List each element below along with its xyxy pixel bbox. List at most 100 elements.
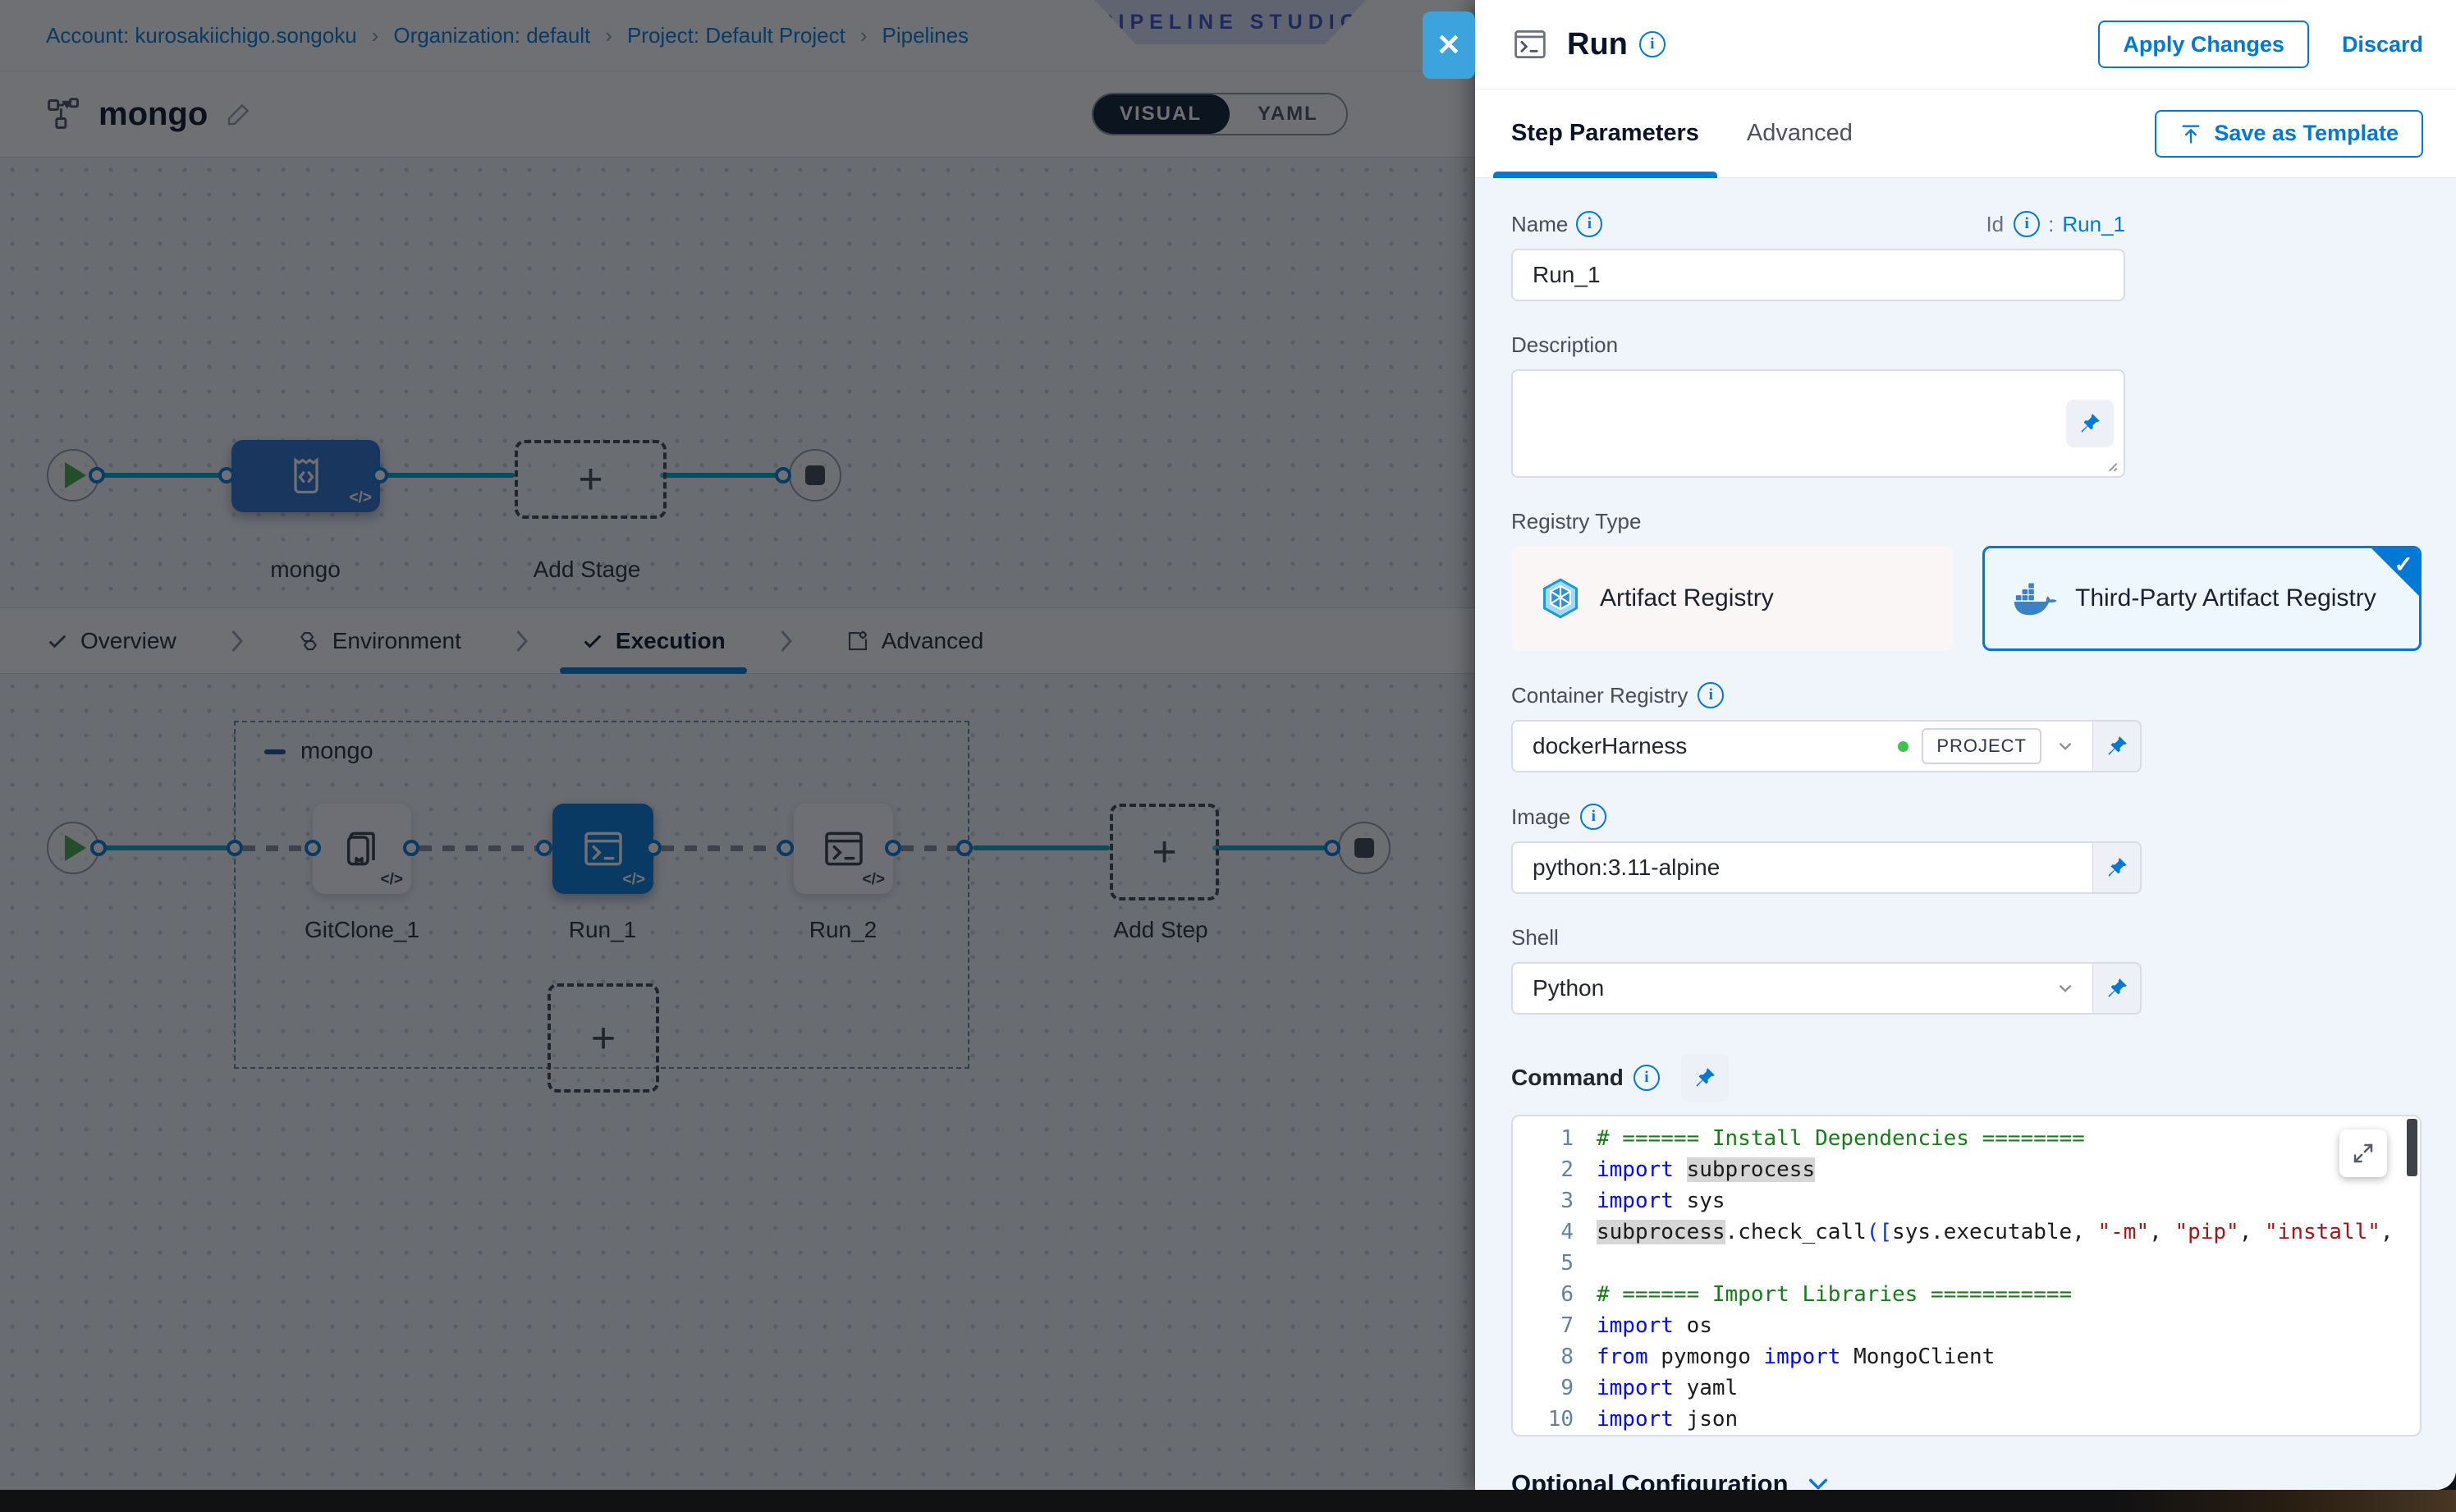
optional-configuration-toggle[interactable]: Optional Configuration: [1511, 1469, 2422, 1490]
line-number: 7: [1513, 1310, 1597, 1341]
line-number: 3: [1513, 1185, 1597, 1216]
container-registry-input[interactable]: dockerHarness PROJECT: [1511, 720, 2092, 772]
shell-label: Shell: [1511, 925, 1559, 951]
drawer-tabs: Step Parameters Advanced Save as Templat…: [1475, 89, 2456, 179]
discard-button[interactable]: Discard: [2342, 32, 2423, 57]
registry-type-options: Artifact Registry Third-Party Artifact R…: [1511, 546, 2422, 651]
image-value: python:3.11-alpine: [1533, 855, 1720, 881]
shell-label-row: Shell: [1511, 925, 2422, 951]
save-as-template-button[interactable]: Save as Template: [2155, 110, 2423, 158]
id-display: Id i : Run_1: [1986, 211, 2125, 237]
artifact-registry-card[interactable]: Artifact Registry: [1511, 546, 1953, 651]
shell-value: Python: [1533, 975, 1604, 1001]
window-bottom-edge: [0, 1490, 2456, 1512]
line-number: 10: [1513, 1404, 1597, 1435]
container-registry-label: Container Registry: [1511, 683, 1688, 708]
step-config-drawer: Run i Apply Changes Discard Step Paramet…: [1475, 0, 2456, 1490]
line-number: 5: [1513, 1248, 1597, 1279]
container-registry-value: dockerHarness: [1533, 733, 1687, 759]
line-number: 1: [1513, 1123, 1597, 1154]
code-text: subprocess.check_call([sys.executable, "…: [1597, 1216, 2420, 1248]
pipeline-studio-screen: Account: kurosakiichigo.songoku › Organi…: [0, 0, 2456, 1512]
image-input[interactable]: python:3.11-alpine: [1511, 841, 2092, 894]
info-icon[interactable]: i: [1698, 682, 1724, 708]
third-party-artifact-registry-card[interactable]: Third-Party Artifact Registry ✓: [1982, 546, 2422, 651]
code-line: 2import subprocess: [1513, 1154, 2420, 1185]
info-icon[interactable]: i: [1580, 804, 1606, 830]
shell-select[interactable]: Python: [1511, 962, 2092, 1015]
chevron-down-icon[interactable]: [2055, 978, 2076, 999]
registry-type-label: Registry Type: [1511, 509, 1641, 534]
id-label: Id: [1986, 212, 2004, 237]
image-label: Image: [1511, 804, 1570, 830]
line-number: 6: [1513, 1279, 1597, 1310]
apply-changes-button[interactable]: Apply Changes: [2098, 21, 2309, 68]
chevron-down-icon: [1805, 1471, 1831, 1490]
line-number: 8: [1513, 1341, 1597, 1372]
code-line: 10import json: [1513, 1404, 2420, 1435]
pin-button[interactable]: [2092, 841, 2142, 894]
code-text: import json: [1597, 1404, 2420, 1435]
code-line: 3import sys: [1513, 1185, 2420, 1216]
line-number: 9: [1513, 1372, 1597, 1404]
artifact-registry-label: Artifact Registry: [1600, 584, 1774, 612]
code-text: import os: [1597, 1310, 2420, 1341]
scope-badge: PROJECT: [1922, 728, 2041, 764]
name-input[interactable]: Run_1: [1511, 249, 2125, 301]
info-icon[interactable]: i: [1634, 1065, 1660, 1091]
code-line: 9import yaml: [1513, 1372, 2420, 1404]
studio-canvas-area: Account: kurosakiichigo.songoku › Organi…: [0, 0, 1475, 1490]
drawer-header: Run i Apply Changes Discard: [1475, 0, 2456, 89]
info-icon[interactable]: i: [1639, 31, 1666, 57]
optional-configuration-label: Optional Configuration: [1511, 1469, 1789, 1490]
code-text: # ====== Install Dependencies ========: [1597, 1123, 2420, 1154]
description-label: Description: [1511, 332, 1618, 358]
command-label-row: Command i: [1511, 1054, 2422, 1102]
code-line: 4subprocess.check_call([sys.executable, …: [1513, 1216, 2420, 1248]
command-label: Command: [1511, 1065, 1624, 1091]
chevron-down-icon[interactable]: [2055, 735, 2076, 757]
tab-step-parameters[interactable]: Step Parameters: [1511, 120, 1699, 147]
artifact-registry-icon: [1539, 577, 1582, 620]
description-textarea[interactable]: [1511, 369, 2125, 478]
code-lines: 1# ====== Install Dependencies ========2…: [1513, 1123, 2420, 1435]
name-label: Name: [1511, 212, 1568, 237]
description-label-row: Description: [1511, 332, 2422, 358]
container-registry-label-row: Container Registry i: [1511, 682, 2422, 708]
container-registry-field: dockerHarness PROJECT: [1511, 720, 2142, 772]
code-text: import subprocess: [1597, 1154, 2420, 1185]
info-icon[interactable]: i: [1576, 211, 1602, 237]
save-as-template-label: Save as Template: [2214, 121, 2399, 146]
image-field: python:3.11-alpine: [1511, 841, 2142, 894]
pin-button[interactable]: [2066, 400, 2114, 447]
connectivity-status-dot: [1898, 741, 1908, 752]
code-text: from pymongo import MongoClient: [1597, 1341, 2420, 1372]
code-text: import sys: [1597, 1185, 2420, 1216]
pin-button[interactable]: [1681, 1054, 1729, 1102]
info-icon[interactable]: i: [2014, 211, 2040, 237]
code-line: 8from pymongo import MongoClient: [1513, 1341, 2420, 1372]
close-drawer-button[interactable]: ✕: [1423, 11, 1475, 79]
tab-advanced[interactable]: Advanced: [1747, 120, 1853, 147]
check-icon: ✓: [2394, 551, 2413, 578]
step-title: Run: [1567, 27, 1628, 62]
code-text: [1597, 1248, 2420, 1279]
id-separator: :: [2048, 212, 2054, 237]
third-party-artifact-registry-label: Third-Party Artifact Registry: [2075, 584, 2376, 612]
image-label-row: Image i: [1511, 804, 2422, 830]
pin-button[interactable]: [2092, 720, 2142, 772]
code-line: 5: [1513, 1248, 2420, 1279]
code-text: # ====== Import Libraries ===========: [1597, 1279, 2420, 1310]
id-value[interactable]: Run_1: [2062, 212, 2125, 237]
name-id-row: Name i Id i : Run_1: [1511, 211, 2125, 237]
dim-overlay: [0, 0, 1475, 1490]
resize-handle-icon[interactable]: [2104, 458, 2119, 473]
command-code-editor[interactable]: 1# ====== Install Dependencies ========2…: [1511, 1115, 2422, 1436]
line-number: 2: [1513, 1154, 1597, 1185]
editor-scrollbar[interactable]: [2407, 1119, 2417, 1176]
pin-button[interactable]: [2092, 962, 2142, 1015]
expand-editor-button[interactable]: [2339, 1129, 2387, 1177]
code-line: 6# ====== Import Libraries ===========: [1513, 1279, 2420, 1310]
terminal-icon: [1511, 26, 1549, 62]
shell-field: Python: [1511, 962, 2142, 1015]
